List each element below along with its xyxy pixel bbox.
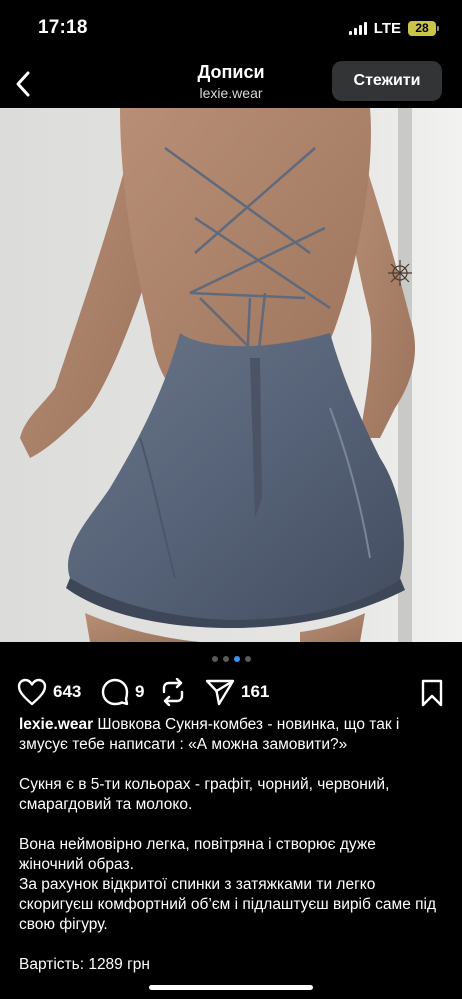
- caption-paragraph: Вона неймовірно легка, повітряна і створ…: [19, 836, 376, 873]
- home-indicator: [149, 985, 313, 990]
- caption-price: Вартість: 1289 грн: [19, 956, 150, 973]
- repost-button[interactable]: [160, 676, 186, 708]
- status-indicators: LTE 28: [348, 20, 439, 37]
- comment-icon: [101, 678, 129, 706]
- post-image[interactable]: [0, 108, 462, 642]
- signal-icon: [348, 22, 367, 35]
- heart-icon: [17, 678, 47, 706]
- caption-paragraph: Сукня є в 5-ти кольорах - графіт, чорний…: [19, 776, 390, 813]
- bookmark-icon: [421, 679, 443, 707]
- carousel-indicator: [0, 656, 462, 662]
- caption-paragraph: lexie.wear Шовкова Сукня-комбез - новинк…: [19, 715, 443, 755]
- post-caption: lexie.wear Шовкова Сукня-комбез - новинк…: [19, 715, 443, 995]
- share-count: 161: [241, 682, 270, 701]
- follow-button[interactable]: Стежити: [332, 61, 442, 101]
- caption-paragraph: За рахунок відкритої спинки з затяжками …: [19, 876, 437, 933]
- network-label: LTE: [373, 20, 401, 37]
- comment-button[interactable]: 9: [101, 676, 144, 708]
- action-bar: 643 9 161: [0, 676, 462, 710]
- status-bar: 17:18 LTE 28: [0, 0, 462, 56]
- caption-username[interactable]: lexie.wear: [19, 716, 93, 733]
- page-header: Дописи lexie.wear Стежити: [0, 56, 462, 108]
- repost-icon: [162, 678, 184, 706]
- share-button[interactable]: 161: [205, 676, 269, 708]
- comment-count: 9: [135, 682, 145, 701]
- status-time: 17:18: [38, 17, 88, 38]
- save-button[interactable]: [420, 679, 444, 712]
- share-icon: [205, 679, 235, 706]
- carousel-dot: [211, 656, 218, 662]
- carousel-dot: [222, 656, 229, 662]
- carousel-dot-active: [233, 656, 240, 662]
- like-count: 643: [53, 682, 82, 701]
- like-button[interactable]: 643: [17, 676, 81, 708]
- carousel-dot: [244, 656, 251, 662]
- battery-icon: 28: [408, 21, 439, 36]
